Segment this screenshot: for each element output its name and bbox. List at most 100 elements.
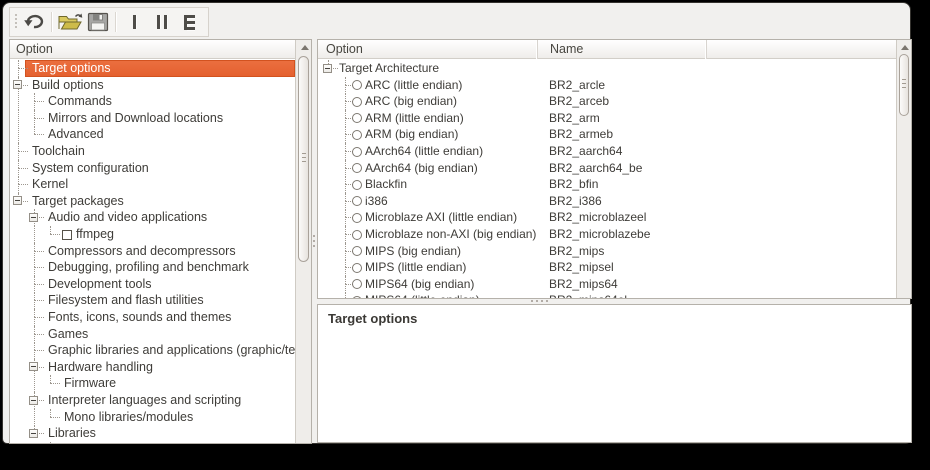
tree-expander-minus-icon[interactable] xyxy=(29,396,38,405)
radio-button[interactable] xyxy=(352,213,362,223)
tree-row[interactable]: ffmpeg xyxy=(10,226,295,243)
symbol-name-label[interactable]: BR2_microblazeel xyxy=(547,209,646,226)
tree-expander-minus-icon[interactable] xyxy=(13,80,22,89)
tree-row[interactable]: MIPS64 (big endian) BR2_mips64 xyxy=(318,276,896,293)
tree-row[interactable]: System configuration xyxy=(10,160,295,177)
tree-row[interactable]: Audio and video applications xyxy=(10,209,295,226)
tree-item-label[interactable]: MIPS64 (big endian) xyxy=(365,276,474,293)
radio-button[interactable] xyxy=(352,113,362,123)
radio-button[interactable] xyxy=(352,263,362,273)
tree-item-label[interactable]: MIPS (little endian) xyxy=(365,259,466,276)
tree-row[interactable]: AArch64 (little endian)BR2_aarch64 xyxy=(318,143,896,160)
tree-row[interactable]: Libraries xyxy=(10,425,295,442)
tree-row[interactable]: Microblaze AXI (little endian)BR2_microb… xyxy=(318,209,896,226)
left-scrollbar-thumb[interactable] xyxy=(298,56,309,262)
symbol-name-label[interactable]: BR2_armeb xyxy=(547,126,613,143)
tree-item-label[interactable]: MIPS64 (little endian) xyxy=(365,292,480,298)
radio-button[interactable] xyxy=(352,163,362,173)
tree-row[interactable]: Microblaze non-AXI (big endian)BR2_micro… xyxy=(318,226,896,243)
back-button[interactable] xyxy=(20,10,48,34)
tree-row[interactable]: ARC (big endian) BR2_arceb xyxy=(318,93,896,110)
tree-item-label[interactable]: Fonts, icons, sounds and themes xyxy=(48,309,231,326)
tree-item-label[interactable]: ffmpeg xyxy=(76,226,114,243)
tree-row[interactable]: Fonts, icons, sounds and themes xyxy=(10,309,295,326)
tree-item-label[interactable]: Build options xyxy=(32,77,104,94)
tree-row[interactable]: Development tools xyxy=(10,276,295,293)
symbol-name-label[interactable]: BR2_arcle xyxy=(547,77,605,94)
column-divider[interactable] xyxy=(706,40,707,59)
radio-button[interactable] xyxy=(352,246,362,256)
symbol-name-label[interactable]: BR2_i386 xyxy=(547,193,602,210)
tree-item-label[interactable]: Compressors and decompressors xyxy=(48,243,236,260)
symbol-name-label[interactable]: BR2_mipsel xyxy=(547,259,614,276)
tree-row[interactable]: Debugging, profiling and benchmark xyxy=(10,259,295,276)
radio-button[interactable] xyxy=(352,80,362,90)
symbol-name-label[interactable]: BR2_arceb xyxy=(547,93,609,110)
symbol-name-label[interactable]: BR2_bfin xyxy=(547,176,598,193)
tree-item-label[interactable]: Interpreter languages and scripting xyxy=(48,392,241,409)
radio-button[interactable] xyxy=(352,279,362,289)
tree-item-label[interactable]: Mono libraries/modules xyxy=(64,409,193,426)
radio-button[interactable] xyxy=(352,130,362,140)
tree-item-label[interactable]: Development tools xyxy=(48,276,152,293)
radio-button[interactable] xyxy=(352,296,362,298)
tree-expander-minus-icon[interactable] xyxy=(323,64,332,73)
tree-item-label[interactable]: Toolchain xyxy=(32,143,85,160)
checkbox[interactable] xyxy=(62,230,72,240)
symbol-name-label[interactable]: BR2_arm xyxy=(547,110,600,127)
tree-row[interactable]: Target packages xyxy=(10,193,295,210)
tree-item-label[interactable]: Mirrors and Download locations xyxy=(48,110,223,127)
tree-item-label[interactable]: ARC (little endian) xyxy=(365,77,462,94)
radio-button[interactable] xyxy=(352,180,362,190)
tree-item-label[interactable]: i386 xyxy=(365,193,388,210)
scroll-up-arrow-icon[interactable] xyxy=(301,45,309,50)
tree-item-label[interactable]: Libraries xyxy=(48,425,96,442)
tree-row[interactable]: Build options xyxy=(10,77,295,94)
tree-row[interactable]: Audio/Sound xyxy=(10,442,295,443)
left-column-header[interactable]: Option xyxy=(10,40,311,59)
tree-row[interactable]: Filesystem and flash utilities xyxy=(10,292,295,309)
tree-item-label[interactable]: Kernel xyxy=(32,176,68,193)
tree-item-label[interactable]: Audio/Sound xyxy=(64,442,136,443)
tree-row[interactable]: MIPS (little endian) BR2_mipsel xyxy=(318,259,896,276)
scroll-up-arrow-icon[interactable] xyxy=(901,45,909,50)
radio-button[interactable] xyxy=(352,97,362,107)
left-vertical-scrollbar[interactable] xyxy=(295,40,311,443)
tree-row[interactable]: Graphic libraries and applications (grap… xyxy=(10,342,295,359)
tree-row[interactable]: Mono libraries/modules xyxy=(10,409,295,426)
tree-row[interactable]: Commands xyxy=(10,93,295,110)
tree-row[interactable]: Target Architecture xyxy=(318,60,896,77)
tree-item-label[interactable]: ARM (little endian) xyxy=(365,110,464,127)
column-divider[interactable] xyxy=(537,40,538,59)
tree-row[interactable]: AArch64 (big endian) BR2_aarch64_be xyxy=(318,160,896,177)
tree-row[interactable]: Firmware xyxy=(10,375,295,392)
tree-row[interactable]: i386 BR2_i386 xyxy=(318,193,896,210)
tree-expander-minus-icon[interactable] xyxy=(13,196,22,205)
option-column-header[interactable]: Option xyxy=(320,40,363,58)
toolbar-grip-handle[interactable] xyxy=(12,13,20,31)
tree-item-label[interactable]: AArch64 (big endian) xyxy=(365,160,478,177)
tree-row[interactable]: Games xyxy=(10,326,295,343)
tree-item-label[interactable]: Filesystem and flash utilities xyxy=(48,292,204,309)
tree-item-label[interactable]: Games xyxy=(48,326,88,343)
tree-row[interactable]: ARC (little endian) BR2_arcle xyxy=(318,77,896,94)
symbol-name-label[interactable]: BR2_mips64el xyxy=(547,292,627,298)
radio-button[interactable] xyxy=(352,230,362,240)
tree-item-label[interactable]: ARC (big endian) xyxy=(365,93,457,110)
tree-item-label[interactable]: Audio and video applications xyxy=(48,209,207,226)
save-button[interactable] xyxy=(84,10,112,34)
right-scrollbar-thumb[interactable] xyxy=(899,54,909,116)
tree-expander-minus-icon[interactable] xyxy=(29,429,38,438)
tree-row[interactable]: Interpreter languages and scripting xyxy=(10,392,295,409)
name-column-header[interactable]: Name xyxy=(544,40,583,58)
tree-row[interactable]: BlackfinBR2_bfin xyxy=(318,176,896,193)
right-vertical-scrollbar[interactable] xyxy=(896,40,911,298)
single-view-button[interactable] xyxy=(120,10,148,34)
symbol-name-label[interactable]: BR2_mips64 xyxy=(547,276,618,293)
tree-item-label[interactable]: Firmware xyxy=(64,375,116,392)
tree-item-label[interactable]: Target Architecture xyxy=(339,60,439,77)
tree-row[interactable]: Advanced xyxy=(10,126,295,143)
symbol-name-label[interactable]: BR2_aarch64_be xyxy=(547,160,642,177)
load-button[interactable] xyxy=(56,10,84,34)
tree-item-label[interactable]: Hardware handling xyxy=(48,359,153,376)
